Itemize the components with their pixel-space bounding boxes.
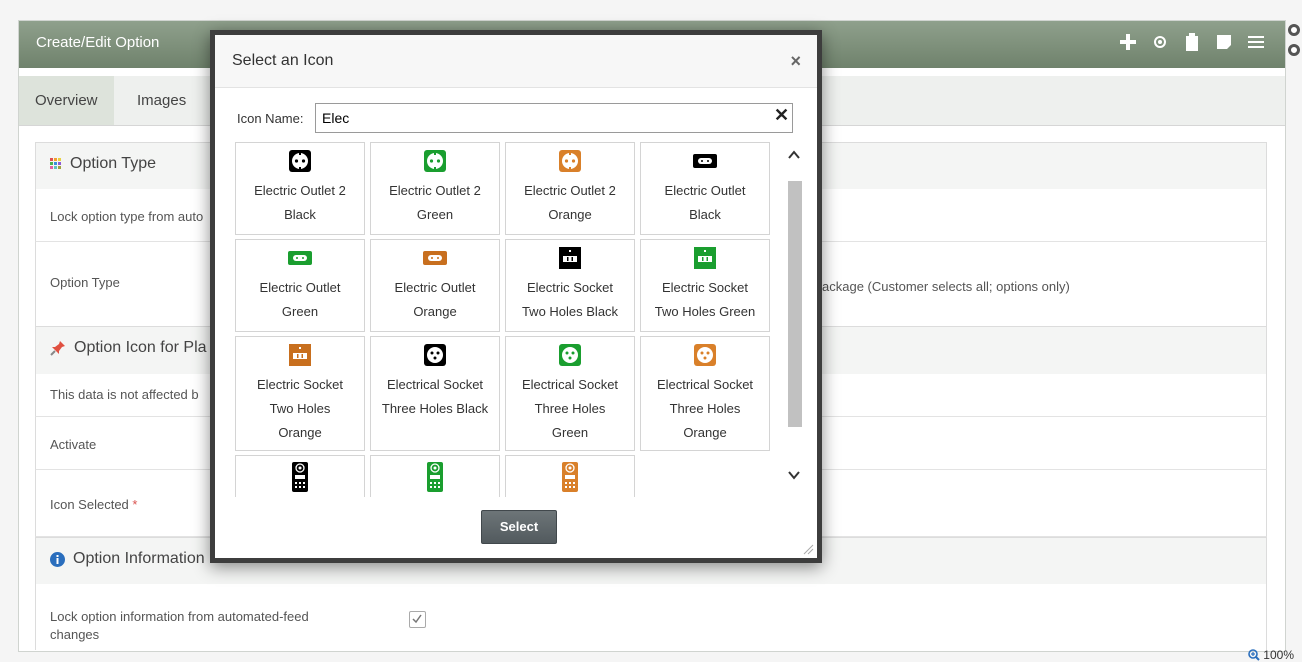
- socket-three-holes-icon: [558, 343, 582, 370]
- socket-three-holes-icon: [693, 343, 717, 370]
- section-title-option-type: Option Type: [70, 155, 156, 172]
- lock-option-info-row: Lock option information from automated-f…: [35, 584, 1267, 650]
- icon-option[interactable]: Electric Socket Two Holes Green: [640, 239, 770, 332]
- outlet-slot-icon: [423, 246, 447, 273]
- panel-title: Create/Edit Option: [36, 34, 160, 51]
- icon-option-label: Electric Outlet 2 Orange: [524, 183, 616, 222]
- option-type-label: Option Type: [50, 275, 120, 290]
- zoom-level: 100%: [1263, 648, 1294, 662]
- eye-icon[interactable]: [1151, 33, 1169, 51]
- icon-name-label: Icon Name:: [237, 111, 304, 126]
- clear-icon[interactable]: ✕: [774, 105, 789, 126]
- info-icon: [50, 551, 65, 567]
- icon-option[interactable]: [235, 455, 365, 497]
- section-title-option-icon: Option Icon for Pla: [74, 339, 207, 356]
- option-icon-note: This data is not affected b: [50, 387, 199, 402]
- dialog-title: Select an Icon: [232, 52, 334, 69]
- socket-two-holes-icon: [288, 343, 312, 370]
- plus-icon[interactable]: [1119, 33, 1137, 51]
- icon-option[interactable]: Electric Outlet 2 Black: [235, 142, 365, 235]
- lock-option-info-label: Lock option information from automated-f…: [50, 609, 309, 642]
- icon-name-input[interactable]: [315, 103, 793, 133]
- outlet-slot-icon: [693, 149, 717, 176]
- icon-option-label: Electric Outlet 2 Black: [254, 183, 346, 222]
- icon-option-label: Electrical Socket Three Holes Green: [521, 377, 619, 440]
- scroll-down-icon[interactable]: [787, 467, 801, 483]
- socket-two-holes-icon: [693, 246, 717, 273]
- socket-panel-icon: [290, 462, 310, 495]
- icon-option[interactable]: Electric Outlet 2 Green: [370, 142, 500, 235]
- tab-images[interactable]: Images: [121, 76, 202, 125]
- icon-option[interactable]: Electrical Socket Three Holes Orange: [640, 336, 770, 451]
- icon-option[interactable]: [505, 455, 635, 497]
- socket-two-holes-icon: [558, 246, 582, 273]
- dialog-header: Select an Icon ×: [215, 35, 817, 88]
- section-title-option-information: Option Information: [73, 550, 205, 567]
- outlet-round-icon: [558, 149, 582, 176]
- icon-grid: Electric Outlet 2 Black Electric Outlet 2G…: [235, 142, 783, 497]
- outlet-round-icon: [423, 149, 447, 176]
- icon-option-label: Electric Socket Two Holes Green: [654, 280, 756, 319]
- list-icon[interactable]: [1247, 33, 1265, 51]
- outlet-slot-icon: [288, 246, 312, 273]
- lock-option-type-label: Lock option type from auto: [50, 209, 204, 224]
- icon-option-label: Electric Socket Two Holes Orange: [257, 377, 343, 440]
- scroll-up-icon[interactable]: [787, 147, 801, 163]
- pushpin-icon: [50, 341, 65, 356]
- icon-option-label: Electric Socket Two Holes Black: [521, 280, 619, 319]
- lock-option-info-checkbox[interactable]: [409, 611, 426, 628]
- icon-grid-scrollbar[interactable]: [785, 147, 803, 493]
- grid-colors-icon: [50, 158, 61, 169]
- clipboard-icon[interactable]: [1183, 33, 1201, 51]
- icon-option-label: Electrical Socket Three Holes Black: [381, 377, 489, 416]
- icon-option-label: Electric Outlet Black: [664, 183, 746, 222]
- header-toolbar: [1119, 33, 1265, 51]
- socket-panel-icon: [425, 462, 445, 495]
- icon-option-label: Electric Outlet 2 Green: [389, 183, 481, 222]
- icon-option[interactable]: Electric Outlet 2 Orange: [505, 142, 635, 235]
- socket-panel-icon: [560, 462, 580, 495]
- side-circle-icon[interactable]: [1288, 24, 1300, 36]
- icon-option[interactable]: Electric Socket Two Holes Orange: [235, 336, 365, 451]
- socket-three-holes-icon: [423, 343, 447, 370]
- icon-option[interactable]: Electrical Socket Three Holes Black: [370, 336, 500, 451]
- tab-overview[interactable]: Overview: [19, 76, 114, 125]
- icon-option[interactable]: Electric Outlet Black: [640, 142, 770, 235]
- scrollbar-thumb[interactable]: [788, 181, 802, 427]
- icon-option[interactable]: Electric Outlet Orange: [370, 239, 500, 332]
- option-type-value[interactable]: ackage (Customer selects all; options on…: [822, 279, 1070, 294]
- icon-option-label: Electric Outlet Orange: [394, 280, 476, 319]
- icon-option[interactable]: Electric Socket Two Holes Black: [505, 239, 635, 332]
- icon-option-label: Electric Outlet Green: [259, 280, 341, 319]
- close-icon[interactable]: ×: [790, 51, 801, 72]
- select-icon-dialog: Select an Icon × Icon Name: ✕ Electric O…: [210, 30, 822, 563]
- icon-option[interactable]: Electric Outlet Green: [235, 239, 365, 332]
- side-circle-icon[interactable]: [1288, 44, 1300, 56]
- note-icon[interactable]: [1215, 33, 1233, 51]
- zoom-icon: [1248, 649, 1261, 661]
- select-button[interactable]: Select: [481, 510, 557, 544]
- activate-label: Activate: [50, 437, 97, 452]
- outlet-round-icon: [288, 149, 312, 176]
- zoom-indicator[interactable]: 100%: [1248, 648, 1294, 662]
- icon-selected-label: Icon Selected *: [50, 497, 138, 512]
- icon-option-label: Electrical Socket Three Holes Orange: [656, 377, 754, 440]
- icon-option[interactable]: [370, 455, 500, 497]
- required-marker: *: [132, 497, 138, 512]
- resize-handle-icon[interactable]: [802, 543, 814, 555]
- icon-option[interactable]: Electrical Socket Three Holes Green: [505, 336, 635, 451]
